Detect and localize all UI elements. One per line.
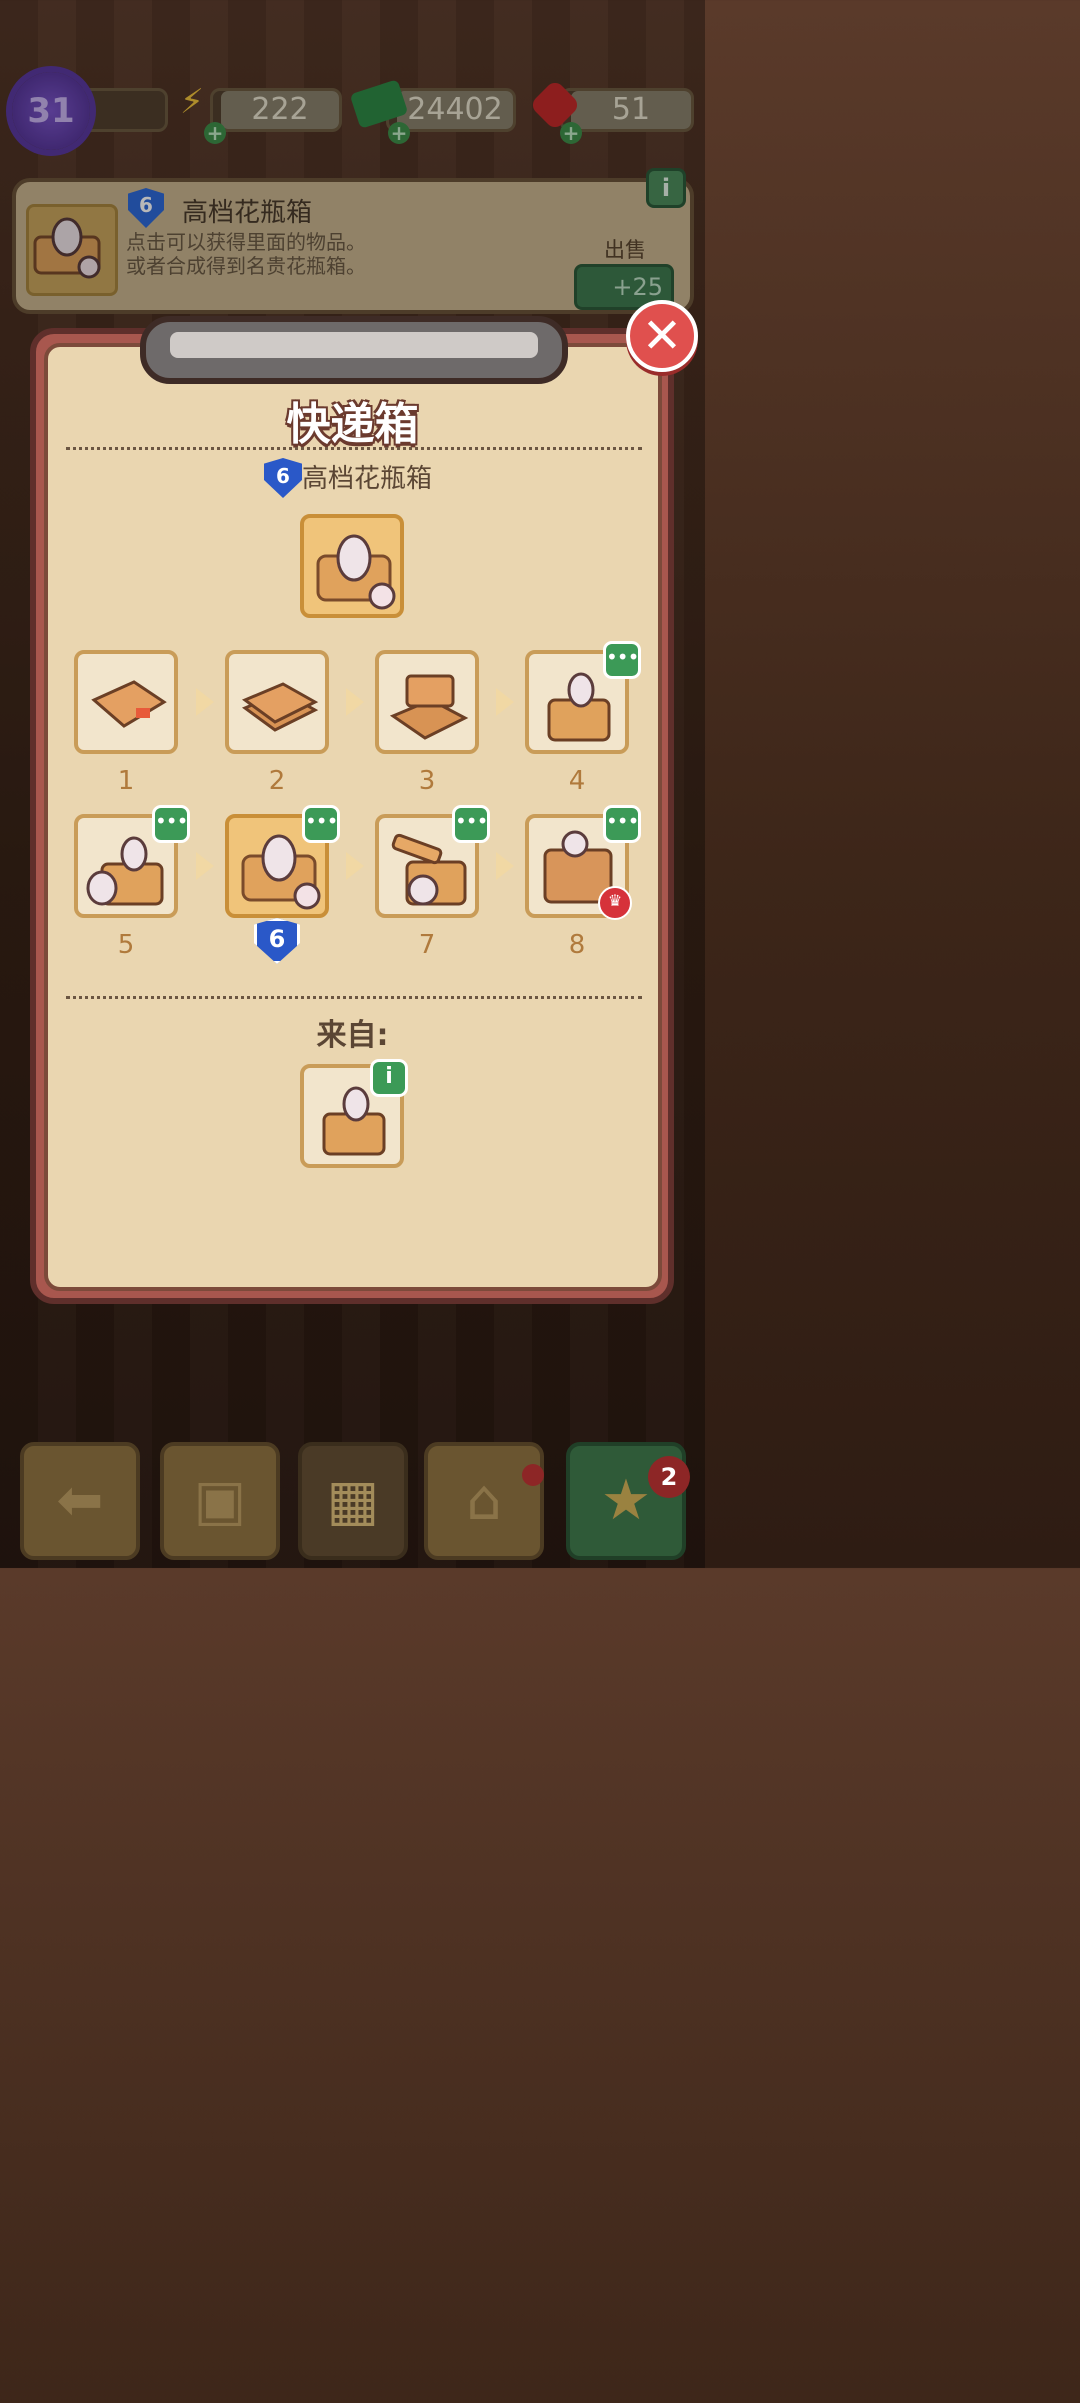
flat-box-icon [91,680,167,728]
chain-arrow-icon [496,688,514,716]
chain-number-1: 1 [117,766,135,796]
chain-arrow-icon [496,852,514,880]
backpack-icon: ▣ [193,1468,247,1533]
chain-number-5: 5 [117,930,135,960]
backpack-button[interactable]: ▣ [160,1442,280,1560]
arrow-left-icon: ⬅ [56,1468,104,1533]
stacked-boxes-icon [241,682,319,732]
from-label: 来自: [316,1018,389,1053]
more-icon[interactable]: ••• [603,641,641,679]
divider-top [66,447,642,450]
info-icon[interactable]: i [370,1059,408,1097]
tasks-count-badge: 2 [648,1456,690,1498]
chain-arrow-icon [346,852,364,880]
basket-icon: ⌂ [466,1468,502,1533]
chain-number-7: 7 [418,930,436,960]
chain-number-8: 8 [568,930,586,960]
close-button[interactable]: ✕ [626,300,698,372]
gift-box-icon: ▦ [326,1468,380,1533]
chain-number-2: 2 [268,766,286,796]
current-item-tile[interactable] [300,514,404,618]
item-generator-button[interactable]: ▦ [298,1442,408,1560]
divider-bottom [66,996,642,999]
more-icon[interactable]: ••• [302,805,340,843]
chain-arrow-icon [346,688,364,716]
chain-arrow-icon [196,852,214,880]
vase-box-icon [316,534,396,610]
shop-basket-button[interactable]: ⌂ [424,1442,544,1560]
more-icon[interactable]: ••• [152,805,190,843]
crown-icon: ♛ [598,886,632,920]
chain-arrow-icon [196,688,214,716]
clipboard-clip [140,316,568,384]
back-button[interactable]: ⬅ [20,1442,140,1560]
chain-item-1[interactable] [74,650,178,754]
more-icon[interactable]: ••• [452,805,490,843]
item-name: 高档花瓶箱 [302,464,433,494]
chain-number-3: 3 [418,766,436,796]
box-pile-icon [389,674,469,740]
notification-dot [522,1464,544,1486]
chain-item-3[interactable] [375,650,479,754]
modal-title: 快递箱 [286,399,419,450]
chain-item-2[interactable] [225,650,329,754]
chain-number-4: 4 [568,766,586,796]
more-icon[interactable]: ••• [603,805,641,843]
